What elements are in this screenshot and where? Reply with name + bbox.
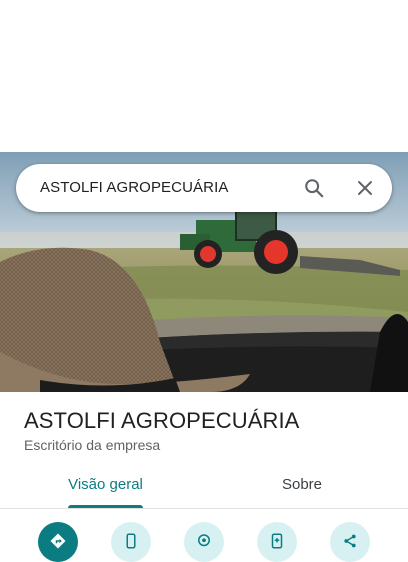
tab-about[interactable]: Sobre (262, 470, 342, 508)
close-icon[interactable] (351, 174, 379, 202)
tab-overview[interactable]: Visão geral (56, 470, 155, 508)
action-buttons (0, 522, 408, 562)
phone-icon (126, 533, 136, 549)
save-to-phone-icon (271, 533, 283, 549)
tab-active-indicator (68, 505, 143, 508)
tab-bar: Visão geral Sobre (0, 470, 408, 509)
search-icon[interactable] (300, 174, 328, 202)
place-title: ASTOLFI AGROPECUÁRIA (24, 408, 300, 433)
directions-button[interactable] (38, 522, 78, 562)
call-button[interactable] (111, 522, 151, 562)
location-pin-icon (198, 534, 210, 547)
share-icon (344, 534, 356, 548)
place-category[interactable]: Escritório da empresa (24, 437, 160, 453)
nearby-button[interactable] (184, 522, 224, 562)
search-bar[interactable]: ASTOLFI AGROPECUÁRIA (16, 164, 392, 212)
share-button[interactable] (330, 522, 370, 562)
directions-icon (50, 533, 66, 549)
search-input[interactable]: ASTOLFI AGROPECUÁRIA (40, 164, 228, 212)
send-to-phone-button[interactable] (257, 522, 297, 562)
